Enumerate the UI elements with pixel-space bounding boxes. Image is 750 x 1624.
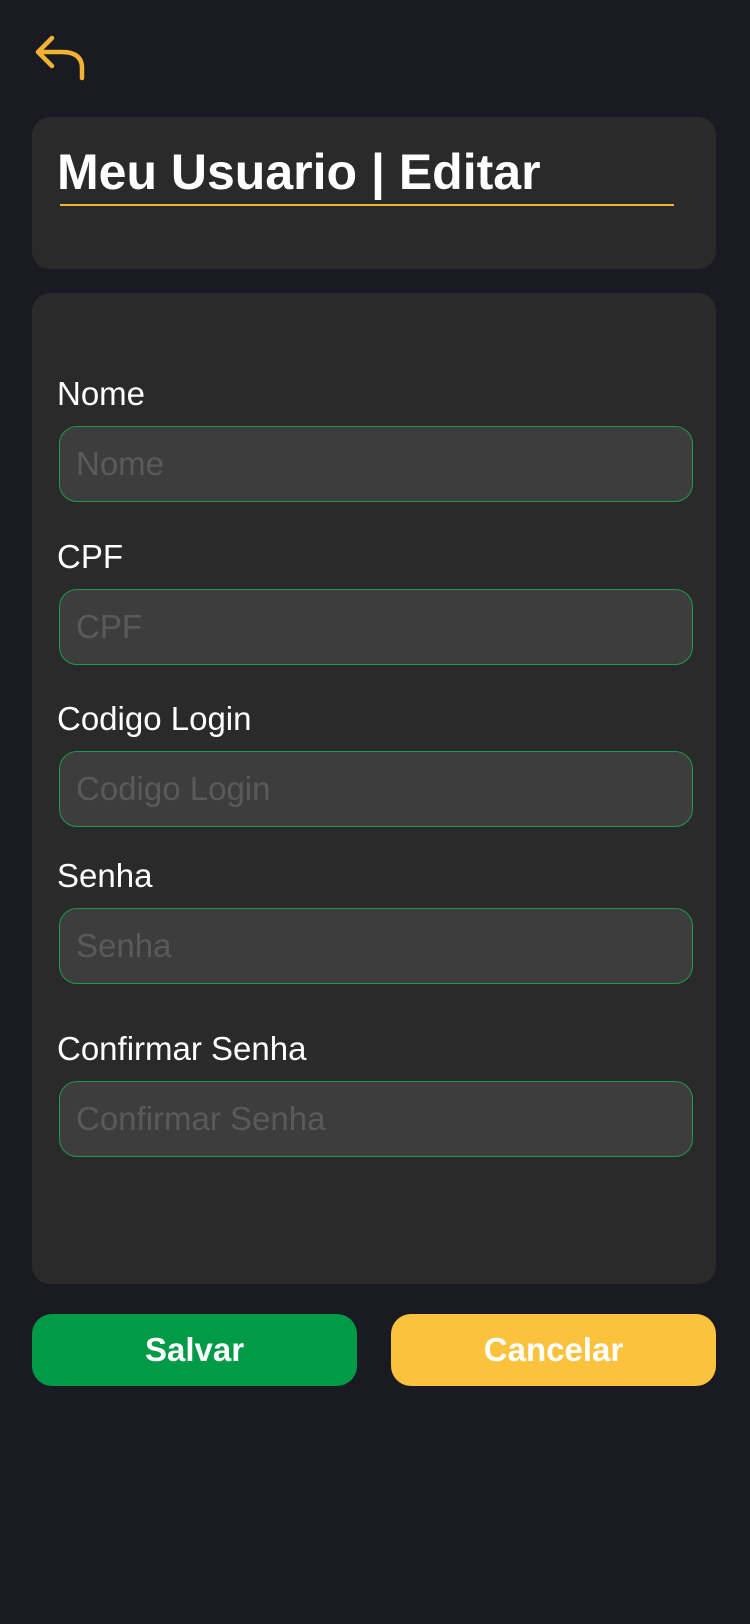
nome-input[interactable] — [59, 426, 693, 502]
codigo-login-input[interactable] — [59, 751, 693, 827]
save-button[interactable]: Salvar — [32, 1314, 357, 1386]
back-arrow-icon — [35, 35, 85, 81]
page-title: Meu Usuario | Editar — [57, 144, 541, 200]
confirmar-senha-label: Confirmar Senha — [57, 1030, 307, 1067]
nome-label: Nome — [57, 375, 146, 412]
cpf-label: CPF — [57, 538, 123, 575]
confirmar-senha-input[interactable] — [59, 1081, 693, 1157]
title-underline — [60, 204, 674, 206]
title-card: Meu Usuario | Editar — [32, 117, 716, 269]
senha-input[interactable] — [59, 908, 693, 984]
cpf-input[interactable] — [59, 589, 693, 665]
senha-label: Senha — [57, 857, 153, 894]
form-card: Nome CPF Codigo Login Senha Confirmar Se… — [32, 293, 716, 1284]
back-button[interactable] — [32, 32, 88, 82]
cancel-button[interactable]: Cancelar — [391, 1314, 716, 1386]
codigo-login-label: Codigo Login — [57, 700, 252, 737]
